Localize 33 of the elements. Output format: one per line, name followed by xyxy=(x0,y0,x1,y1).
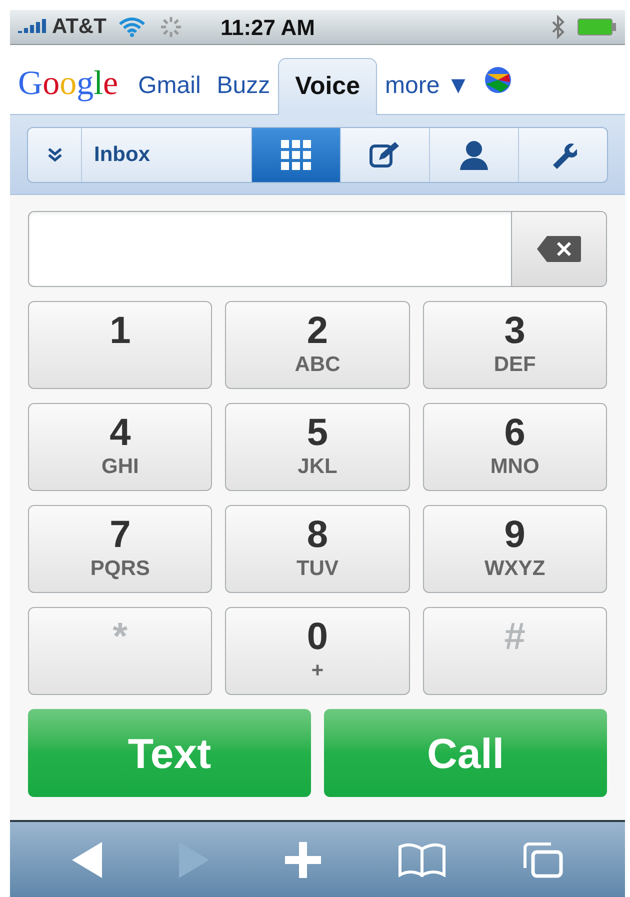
compose-icon xyxy=(369,140,401,170)
backspace-button[interactable] xyxy=(511,212,606,286)
backspace-icon xyxy=(535,234,583,264)
dialpad-icon xyxy=(280,138,312,170)
keypad-key[interactable]: 5 JKL xyxy=(225,403,410,491)
google-logo[interactable]: Google xyxy=(18,58,118,109)
battery-icon xyxy=(577,18,617,36)
carrier-name: AT&T xyxy=(52,14,106,40)
keypad-key[interactable]: 1 xyxy=(28,301,212,389)
keypad-key[interactable]: 2 ABC xyxy=(225,301,410,389)
nav-link[interactable]: more ▼ xyxy=(376,57,478,114)
keypad-key[interactable]: 9 WXYZ xyxy=(422,505,607,593)
wifi-icon xyxy=(118,17,146,37)
nav-link[interactable]: Voice xyxy=(278,58,377,115)
signal-icon xyxy=(18,19,48,35)
keypad-key[interactable]: 0 + xyxy=(225,607,410,695)
keypad-key[interactable]: 8 TUV xyxy=(225,505,410,593)
clock-time: 11:27 AM xyxy=(220,14,316,42)
keypad-key[interactable]: 6 MNO xyxy=(422,403,607,491)
keypad-key[interactable]: 3 DEF xyxy=(422,301,607,389)
nav-link[interactable]: Buzz xyxy=(208,57,278,114)
dialpad-tab[interactable] xyxy=(252,128,341,182)
phone-number-field[interactable] xyxy=(28,211,607,287)
bluetooth-icon xyxy=(551,15,565,39)
double-chevron-icon xyxy=(46,148,62,162)
nav-link[interactable]: Gmail xyxy=(130,57,209,114)
keypad-key[interactable]: 4 GHI xyxy=(28,403,212,491)
pages-icon[interactable] xyxy=(522,842,563,878)
keypad-key[interactable]: 7 PQRS xyxy=(28,505,212,593)
book-icon[interactable] xyxy=(398,842,446,876)
plus-icon[interactable] xyxy=(285,842,322,878)
back-arrow-icon[interactable] xyxy=(72,842,102,878)
person-icon xyxy=(458,140,490,170)
